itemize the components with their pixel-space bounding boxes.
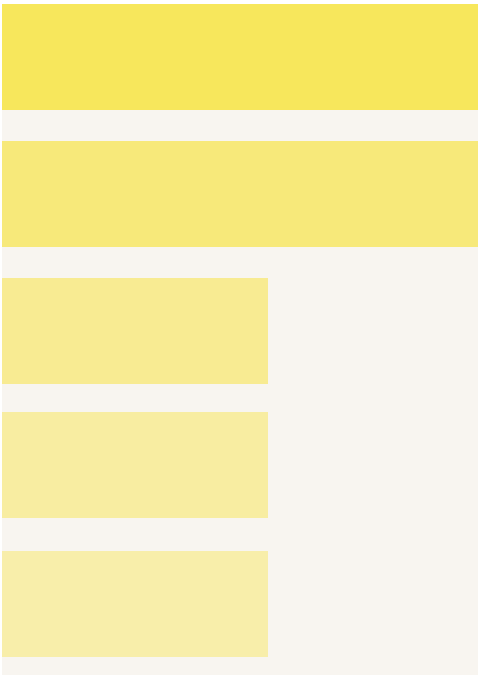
block-4: [2, 412, 268, 518]
block-5: [2, 551, 268, 657]
block-2: [2, 141, 478, 247]
block-3: [2, 278, 268, 384]
canvas: [2, 4, 478, 675]
block-1: [2, 4, 478, 110]
